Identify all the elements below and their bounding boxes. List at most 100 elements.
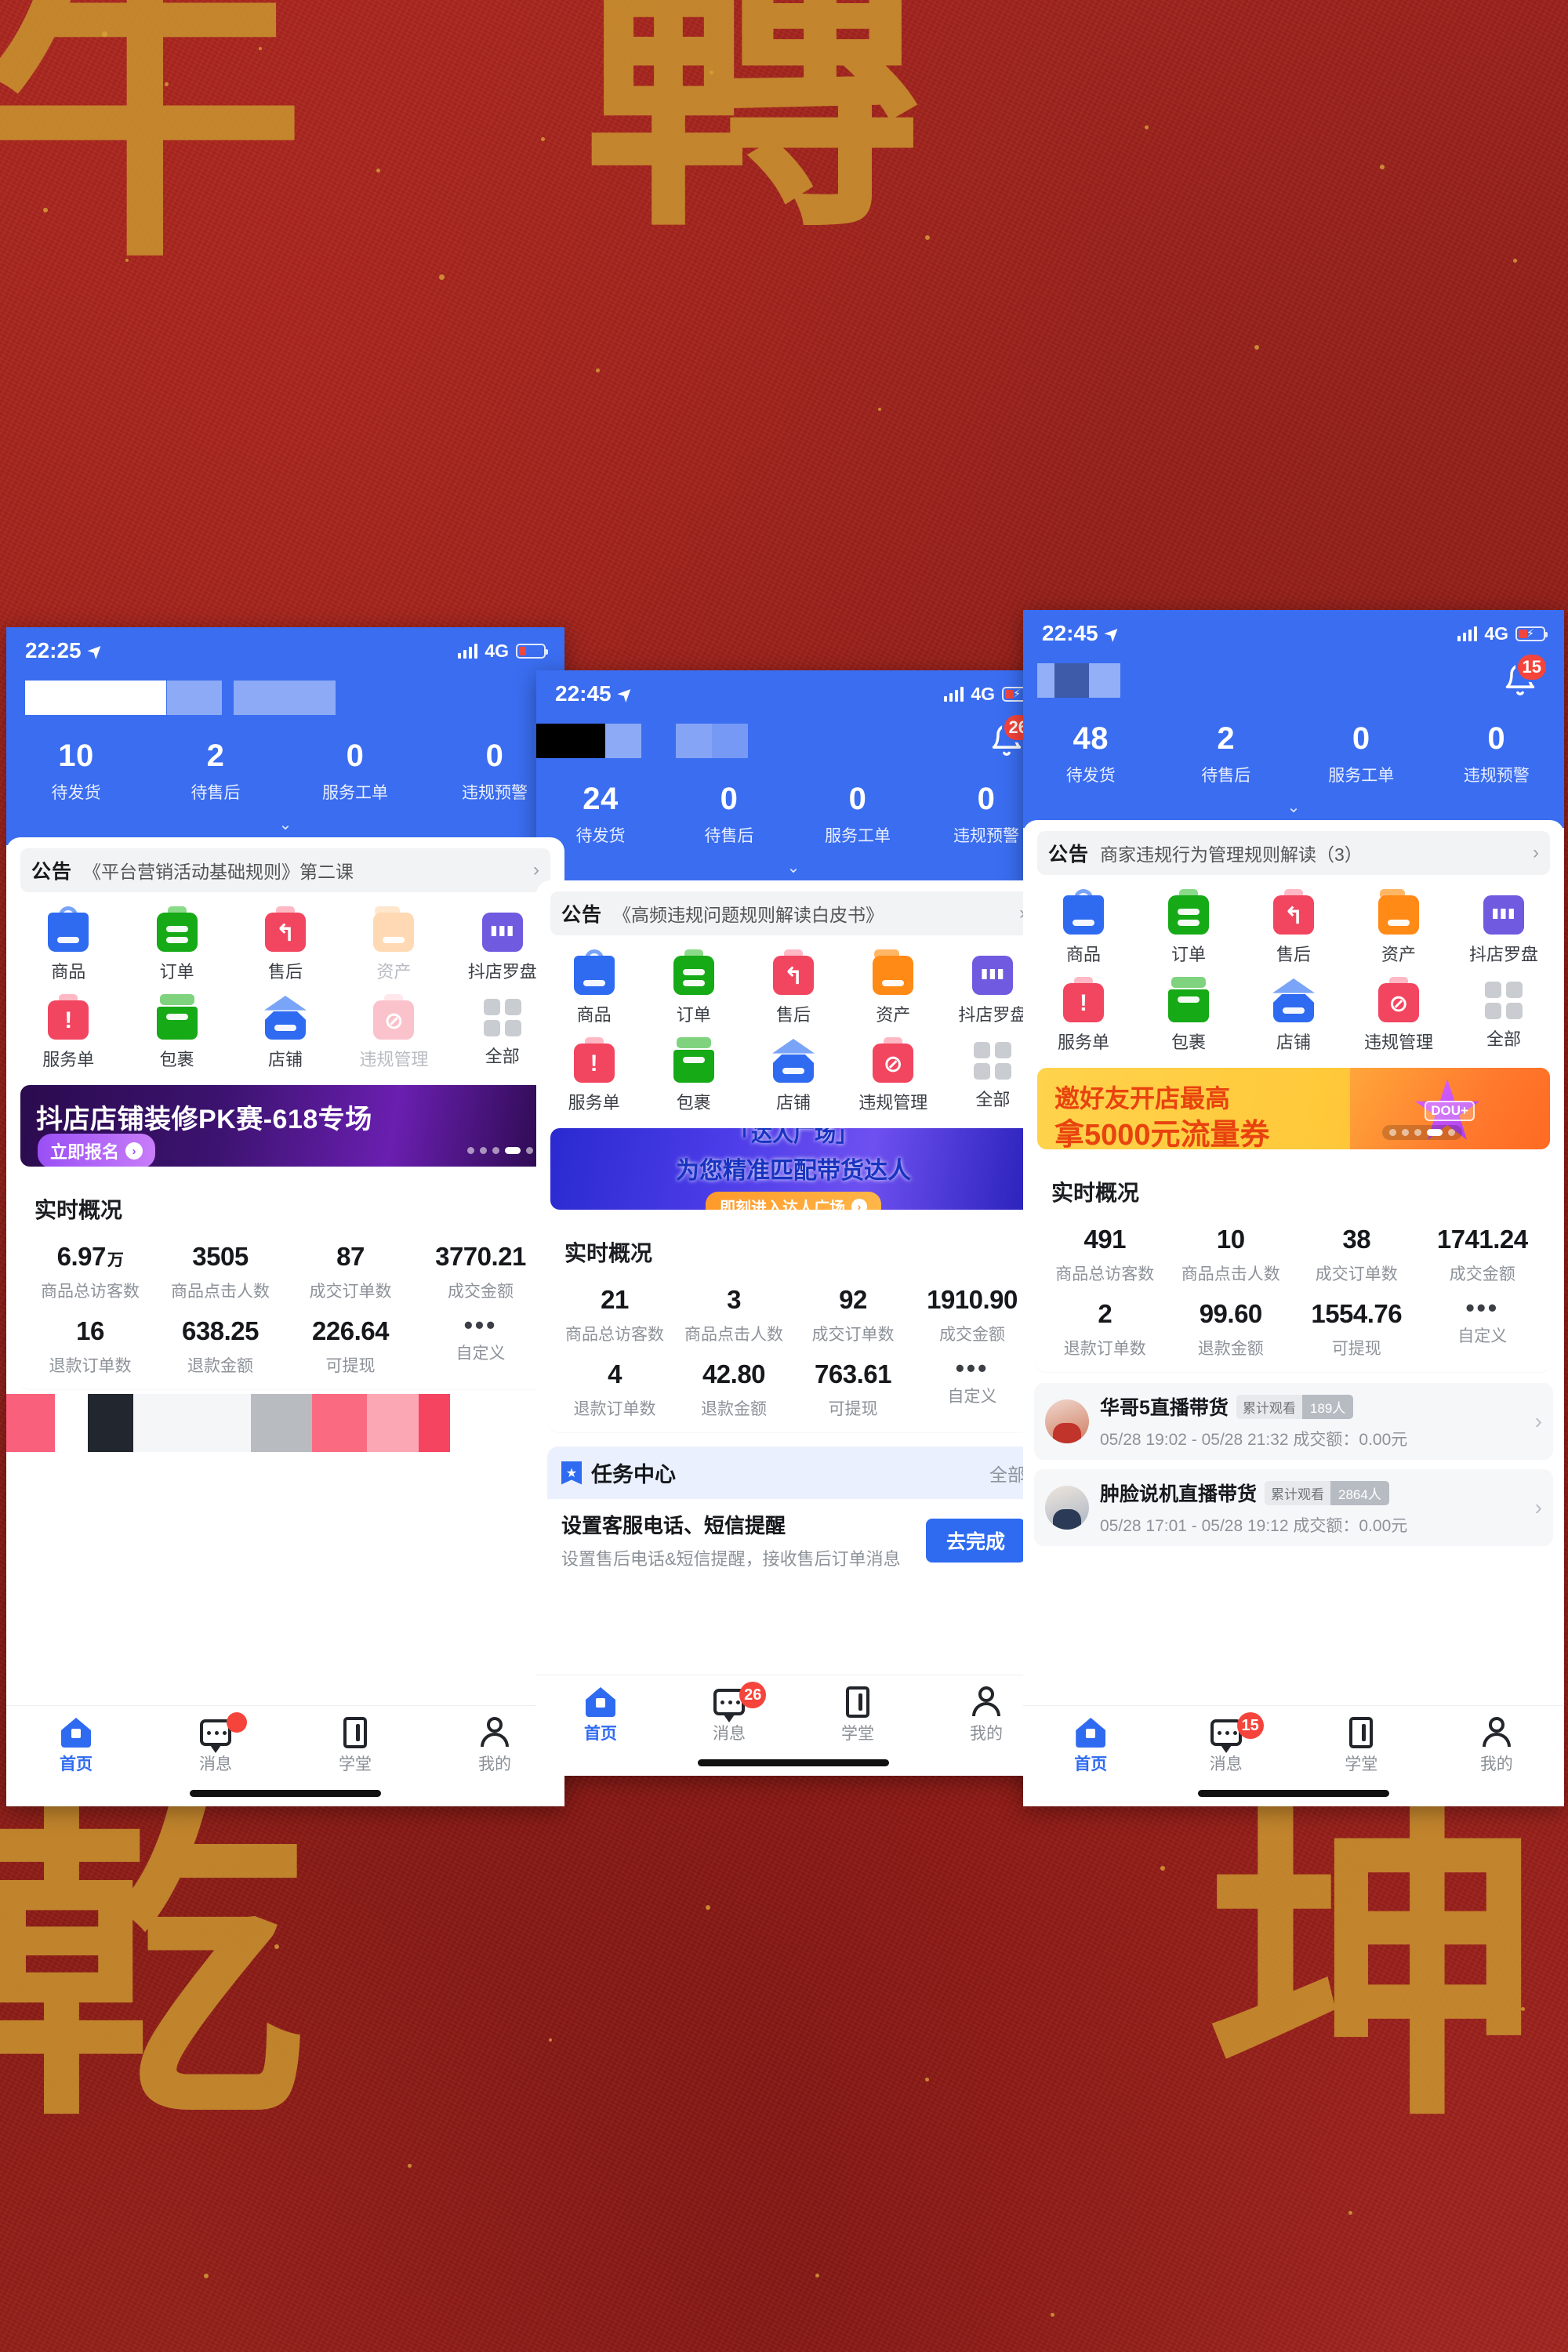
kpi-待售后[interactable]: 2 待售后 bbox=[146, 739, 285, 804]
tab-首页[interactable]: 首页 bbox=[1023, 1715, 1159, 1775]
overview-cell[interactable]: ••• 自定义 bbox=[1420, 1295, 1546, 1359]
background-character-1: 牛 bbox=[0, 0, 306, 303]
tab-我的[interactable]: 我的 bbox=[1429, 1715, 1565, 1775]
live-room-row[interactable]: 肿脸说机直播带货 累计观看 2864人 05/28 17:01 - 05/28 19:… bbox=[1034, 1469, 1553, 1546]
grid-item-资产[interactable]: 资产 bbox=[339, 906, 448, 983]
overview-cell[interactable]: 638.25 退款金额 bbox=[155, 1316, 285, 1377]
overview-label: 退款金额 bbox=[187, 1357, 253, 1375]
overview-cell[interactable]: 1910.90 成交金额 bbox=[913, 1285, 1032, 1345]
grid-item-全部[interactable]: 全部 bbox=[1451, 977, 1556, 1054]
overview-cell[interactable]: 42.80 退款金额 bbox=[674, 1359, 793, 1420]
grid-item-售后[interactable]: ↰ 售后 bbox=[231, 906, 339, 983]
tab-学堂[interactable]: 学堂 bbox=[1294, 1715, 1429, 1775]
grid-item-label: 违规管理 bbox=[858, 1093, 928, 1112]
watch-count-badge: 累计观看 189人 bbox=[1236, 1394, 1354, 1419]
task-item-description: 设置售后电话&短信提醒，接收售后订单消息 bbox=[561, 1549, 901, 1569]
overview-cell[interactable]: 10 商品点击人数 bbox=[1168, 1225, 1294, 1285]
kpi-待发货[interactable]: 48 待发货 bbox=[1023, 721, 1159, 786]
grid-item-资产[interactable]: 资产 bbox=[844, 949, 943, 1026]
grid-item-违规管理[interactable]: ⊘ 违规管理 bbox=[1346, 977, 1451, 1054]
realtime-overview-card: 实时概况 491 商品总访客数 10 商品点击人数 38 成交订单数 1741.24 成交金额 2… bbox=[1034, 1162, 1553, 1372]
promo-banner[interactable]: 抖店店铺装修PK赛-618专场 立即报名 › bbox=[20, 1085, 550, 1167]
grid-item-服务单[interactable]: ! 服务单 bbox=[1031, 977, 1136, 1054]
overview-cell[interactable]: 3505 商品点击人数 bbox=[155, 1242, 285, 1302]
grid-item-订单[interactable]: 订单 bbox=[644, 949, 743, 1026]
gmv-label: 成交额： bbox=[1293, 1517, 1359, 1535]
grid-item-包裹[interactable]: 包裹 bbox=[122, 994, 230, 1071]
overview-cell[interactable]: 99.60 退款金额 bbox=[1168, 1299, 1294, 1359]
avatar bbox=[1045, 1486, 1089, 1530]
grid-item-服务单[interactable]: ! 服务单 bbox=[544, 1037, 644, 1114]
notification-bell[interactable]: 15 bbox=[1503, 652, 1548, 698]
announcement-bar[interactable]: 公告 《高频违规问题规则解读白皮书》 › bbox=[550, 891, 1036, 935]
asset-folder-icon bbox=[373, 906, 415, 952]
overview-cell[interactable]: 92 成交订单数 bbox=[793, 1285, 913, 1345]
kpi-待发货[interactable]: 24 待发货 bbox=[536, 782, 665, 847]
announcement-bar[interactable]: 公告 《平台营销活动基础规则》第二课 › bbox=[20, 848, 550, 892]
overview-cell[interactable]: 87 成交订单数 bbox=[285, 1242, 416, 1302]
overview-cell[interactable]: 1741.24 成交金额 bbox=[1420, 1225, 1546, 1285]
overview-cell[interactable]: 1554.76 可提现 bbox=[1294, 1299, 1420, 1359]
tab-消息[interactable]: 消息 bbox=[146, 1712, 285, 1775]
tab-首页[interactable]: 首页 bbox=[6, 1715, 146, 1775]
kpi-服务工单[interactable]: 0 服务工单 bbox=[1294, 721, 1429, 786]
grid-item-包裹[interactable]: 包裹 bbox=[644, 1037, 743, 1114]
grid-item-订单[interactable]: 订单 bbox=[1136, 889, 1241, 966]
tab-消息[interactable]: 15 消息 bbox=[1159, 1712, 1294, 1775]
announcement-bar[interactable]: 公告 商家违规行为管理规则解读（3） › bbox=[1037, 831, 1550, 875]
grid-item-售后[interactable]: ↰ 售后 bbox=[743, 949, 843, 1026]
overview-cell[interactable]: 3 商品点击人数 bbox=[674, 1285, 793, 1345]
live-room-row[interactable]: 华哥5直播带货 累计观看 189人 05/28 19:02 - 05/28 21:32… bbox=[1034, 1383, 1553, 1460]
overview-cell[interactable]: ••• 自定义 bbox=[416, 1312, 546, 1377]
grid-item-订单[interactable]: 订单 bbox=[122, 906, 230, 983]
grid-item-服务单[interactable]: ! 服务单 bbox=[14, 994, 122, 1071]
grid-item-店铺[interactable]: 店铺 bbox=[743, 1037, 843, 1114]
overview-cell[interactable]: 38 成交订单数 bbox=[1294, 1225, 1420, 1285]
promo-banner[interactable]: 「达人广场」 为您精准匹配带货达人 即刻进入达人广场 › bbox=[550, 1128, 1036, 1210]
overview-cell[interactable]: 226.64 可提现 bbox=[285, 1316, 416, 1377]
kpi-待售后[interactable]: 2 待售后 bbox=[1159, 721, 1294, 786]
grid-item-店铺[interactable]: 店铺 bbox=[1241, 977, 1346, 1054]
grid-item-抖店罗盘[interactable]: ▮▮▮ 抖店罗盘 bbox=[1451, 889, 1556, 966]
announcement-tag: 公告 bbox=[1048, 844, 1090, 866]
tab-学堂[interactable]: 学堂 bbox=[793, 1685, 922, 1744]
overview-cell[interactable]: 6.97万 商品总访客数 bbox=[25, 1242, 155, 1302]
banner-cta-button[interactable]: 立即报名 › bbox=[38, 1134, 156, 1167]
grid-item-商品[interactable]: 商品 bbox=[1031, 889, 1136, 966]
overview-cell[interactable]: 4 退款订单数 bbox=[555, 1359, 674, 1420]
gold-fleck bbox=[596, 368, 600, 372]
kpi-违规预警[interactable]: 0 违规预警 bbox=[1429, 721, 1565, 786]
kpi-value: 0 bbox=[848, 782, 867, 816]
overview-cell[interactable]: ••• 自定义 bbox=[913, 1356, 1032, 1420]
grid-item-商品[interactable]: 商品 bbox=[544, 949, 644, 1026]
kpi-待发货[interactable]: 10 待发货 bbox=[6, 739, 146, 804]
task-complete-button[interactable]: 去完成 bbox=[925, 1518, 1025, 1563]
book-icon bbox=[1349, 1717, 1374, 1748]
grid-item-商品[interactable]: 商品 bbox=[14, 906, 122, 983]
overview-cell[interactable]: 763.61 可提现 bbox=[793, 1359, 913, 1420]
grid-item-店铺[interactable]: 店铺 bbox=[231, 994, 339, 1071]
grid-item-违规管理[interactable]: ⊘ 违规管理 bbox=[339, 994, 448, 1071]
tab-消息[interactable]: 26 消息 bbox=[665, 1682, 793, 1744]
status-time: 22:25 bbox=[25, 638, 82, 662]
kpi-服务工单[interactable]: 0 服务工单 bbox=[285, 739, 425, 804]
redacted-shop-name-block bbox=[1089, 663, 1120, 698]
overview-label: 退款金额 bbox=[701, 1400, 767, 1418]
banner-cta-button[interactable]: 即刻进入达人广场 › bbox=[706, 1192, 881, 1210]
kpi-待售后[interactable]: 0 待售后 bbox=[665, 782, 793, 847]
overview-cell[interactable]: 2 退款订单数 bbox=[1042, 1299, 1168, 1359]
overview-cell[interactable]: 491 商品总访客数 bbox=[1042, 1225, 1168, 1285]
notification-bell[interactable]: 26 bbox=[989, 713, 1035, 758]
grid-item-违规管理[interactable]: ⊘ 违规管理 bbox=[844, 1037, 943, 1114]
tab-首页[interactable]: 首页 bbox=[536, 1685, 665, 1744]
grid-item-售后[interactable]: ↰ 售后 bbox=[1241, 889, 1346, 966]
overview-cell[interactable]: 21 商品总访客数 bbox=[555, 1285, 674, 1345]
overview-cell[interactable]: 16 退款订单数 bbox=[25, 1316, 155, 1377]
tab-学堂[interactable]: 学堂 bbox=[285, 1715, 425, 1775]
overview-cell[interactable]: 3770.21 成交金额 bbox=[416, 1242, 546, 1302]
promo-banner[interactable]: DOU+ 邀好友开店最高 拿5000元流量券 bbox=[1037, 1068, 1550, 1149]
grid-item-资产[interactable]: 资产 bbox=[1346, 889, 1451, 966]
grid-item-包裹[interactable]: 包裹 bbox=[1136, 977, 1241, 1054]
task-center-view-all[interactable]: 全部 bbox=[989, 1460, 1025, 1486]
kpi-服务工单[interactable]: 0 服务工单 bbox=[793, 782, 922, 847]
